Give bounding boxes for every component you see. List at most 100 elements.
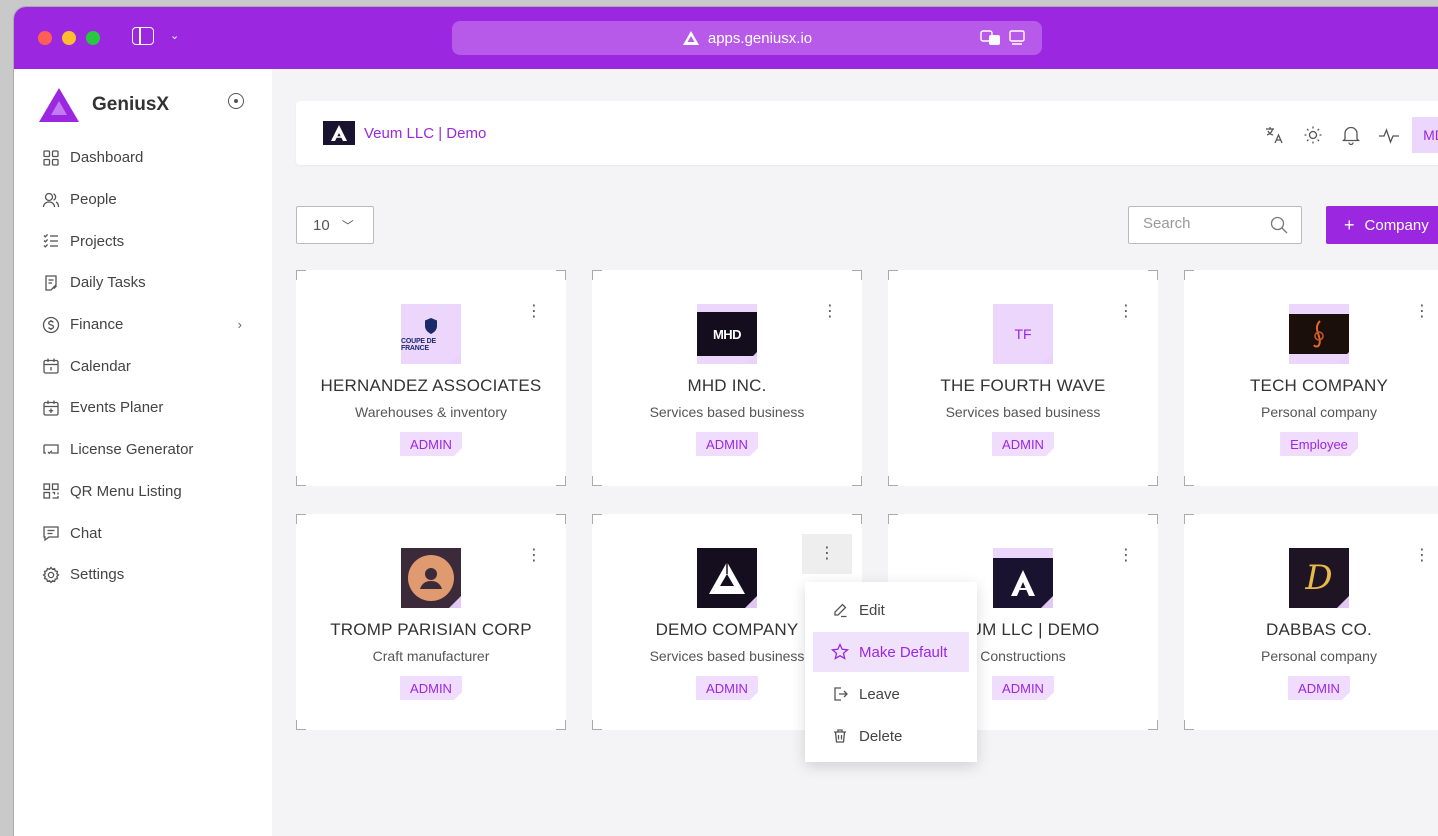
company-logo: TF — [993, 304, 1053, 364]
sidebar-item-people[interactable]: People — [14, 179, 272, 221]
sidebar-item-label: Finance — [70, 316, 124, 334]
menu-item-leave[interactable]: Leave — [813, 674, 969, 714]
chevron-down-icon: ﹀ — [341, 218, 354, 233]
address-bar[interactable]: apps.geniusx.io — [452, 21, 1042, 55]
add-company-button[interactable]: + Company — [1326, 206, 1438, 244]
org-logo[interactable] — [323, 121, 355, 145]
sidebar-item-label: Projects — [70, 232, 125, 250]
user-avatar[interactable]: MD — [1412, 117, 1438, 153]
company-logo: COUPE DE FRANCE — [401, 304, 461, 364]
more-options-icon[interactable]: ⋮ — [526, 548, 542, 564]
menu-item-edit[interactable]: Edit — [813, 590, 969, 630]
company-type: Personal company — [1261, 404, 1377, 420]
site-logo-icon — [682, 31, 699, 45]
sidebar-item-chat[interactable]: Chat — [14, 512, 272, 554]
role-badge: ADMIN — [1288, 676, 1350, 700]
trash-icon — [831, 727, 849, 745]
bell-icon[interactable] — [1332, 119, 1370, 151]
org-name[interactable]: Veum LLC | Demo — [364, 125, 486, 142]
company-card[interactable]: ⋮ COUPE DE FRANCE HERNANDEZ ASSOCIATES W… — [296, 270, 566, 486]
more-options-icon[interactable]: ⋮ — [1414, 304, 1430, 320]
sidebar-pin-icon[interactable] — [228, 93, 244, 109]
sidebar-item-qr-menu-listing[interactable]: QR Menu Listing — [14, 471, 272, 513]
company-card[interactable]: ⋮ MHD MHD INC. Services based business A… — [592, 270, 862, 486]
close-window-button[interactable] — [38, 31, 52, 45]
card-options-menu: Edit Make Default Leave Delete — [805, 582, 977, 762]
company-name: TECH COMPANY — [1249, 376, 1389, 395]
browser-window: ⌄ apps.geniusx.io GeniusX Dashboard Peop… — [14, 7, 1438, 836]
sidebar-item-settings[interactable]: Settings — [14, 554, 272, 596]
search-box[interactable] — [1128, 206, 1302, 244]
more-options-icon[interactable]: ⋮ — [1118, 548, 1134, 564]
company-name: HERNANDEZ ASSOCIATES — [320, 376, 542, 395]
dashboard-icon — [42, 149, 60, 167]
people-icon — [42, 191, 60, 209]
sidebar-item-events-planer[interactable]: Events Planer — [14, 387, 272, 429]
role-badge: ADMIN — [992, 676, 1054, 700]
per-page-select[interactable]: 10 ﹀ — [296, 206, 374, 244]
logo-text: MHD — [697, 312, 757, 356]
geniusx-logo-icon — [39, 88, 79, 122]
search-input[interactable] — [1143, 215, 1263, 232]
menu-item-label: Leave — [859, 685, 900, 703]
menu-item-label: Delete — [859, 727, 903, 745]
role-badge: ADMIN — [696, 432, 758, 456]
top-header: Veum LLC | Demo MD — [296, 101, 1438, 165]
more-options-icon[interactable]: ⋮ — [1118, 304, 1134, 320]
more-options-icon[interactable]: ⋮ — [802, 534, 852, 574]
edit-icon — [831, 601, 849, 619]
org-a-logo-icon — [1011, 570, 1035, 596]
sidebar-item-label: Calendar — [70, 357, 131, 375]
company-logo — [1289, 304, 1349, 364]
org-logo-icon — [331, 125, 347, 141]
sidebar-item-calendar[interactable]: Calendar — [14, 345, 272, 387]
company-type: Services based business — [649, 404, 805, 420]
more-options-icon[interactable]: ⋮ — [1414, 548, 1430, 564]
sidebar-item-label: Settings — [70, 566, 125, 584]
logo-text: TF — [1014, 326, 1032, 342]
license-icon — [42, 441, 60, 459]
chevron-down-icon[interactable]: ⌄ — [170, 29, 179, 42]
logo-text: COUPE DE FRANCE — [401, 337, 436, 352]
shield-icon — [425, 317, 437, 334]
company-card[interactable]: ⋮ TECH COMPANY Personal company Employee — [1184, 270, 1438, 486]
brand[interactable]: GeniusX — [38, 87, 169, 123]
browser-titlebar: ⌄ apps.geniusx.io — [14, 7, 1438, 69]
menu-item-make-default[interactable]: Make Default — [813, 632, 969, 672]
sidebar-nav: Dashboard People Projects Daily Tasks Fi… — [14, 137, 272, 596]
sidebar-item-license-generator[interactable]: License Generator — [14, 429, 272, 471]
role-badge: ADMIN — [696, 676, 758, 700]
logo-text: D — [1305, 558, 1333, 598]
translate-icon[interactable] — [1256, 119, 1294, 151]
more-options-icon[interactable]: ⋮ — [822, 304, 838, 320]
sidebar-item-finance[interactable]: Finance › — [14, 304, 272, 346]
chat-icon — [42, 524, 60, 542]
company-logo: D — [1289, 548, 1349, 608]
projects-icon — [42, 232, 60, 250]
activity-icon[interactable] — [1370, 119, 1408, 151]
daily-tasks-icon — [42, 274, 60, 292]
search-icon[interactable] — [1269, 215, 1289, 235]
maximize-window-button[interactable] — [86, 31, 100, 45]
sidebar-item-label: Dashboard — [70, 149, 144, 167]
sidebar-item-label: Chat — [70, 524, 102, 542]
company-card[interactable]: ⋮ D DABBAS CO. Personal company ADMIN — [1184, 514, 1438, 730]
minimize-window-button[interactable] — [62, 31, 76, 45]
translate-page-icon[interactable] — [980, 29, 1002, 47]
theme-sun-icon[interactable] — [1294, 119, 1332, 151]
reader-mode-icon[interactable] — [1008, 29, 1026, 47]
sidebar-item-projects[interactable]: Projects — [14, 220, 272, 262]
role-badge: ADMIN — [400, 676, 462, 700]
leave-icon — [831, 685, 849, 703]
sidebar-toggle-icon[interactable] — [132, 27, 154, 45]
company-card[interactable]: ⋮ TROMP PARISIAN CORP Craft manufacturer… — [296, 514, 566, 730]
company-card[interactable]: ⋮ TF THE FOURTH WAVE Services based busi… — [888, 270, 1158, 486]
chevron-right-icon[interactable]: › — [238, 317, 242, 332]
more-options-icon[interactable]: ⋮ — [526, 304, 542, 320]
sidebar-item-daily-tasks[interactable]: Daily Tasks — [14, 262, 272, 304]
company-type: Personal company — [1261, 648, 1377, 664]
sidebar-item-dashboard[interactable]: Dashboard — [14, 137, 272, 179]
menu-item-delete[interactable]: Delete — [813, 716, 969, 756]
company-name: TROMP PARISIAN CORP — [330, 620, 532, 639]
sidebar-item-label: Events Planer — [70, 399, 164, 417]
